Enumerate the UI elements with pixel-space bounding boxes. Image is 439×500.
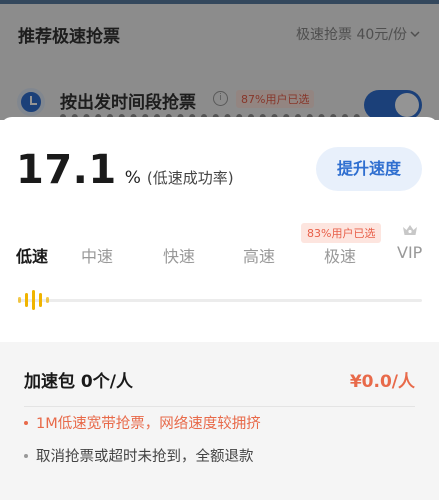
speed-slider-handle[interactable] [14,285,54,315]
package-title: 加速包 0个/人 [24,372,133,392]
modal-overlay[interactable] [0,0,439,120]
handle-bar [25,293,28,307]
handle-bar [46,297,49,303]
speed-tabs: 低速 中速 快速 高速 极速 VIP [0,243,439,267]
package-divider [24,406,415,407]
speed-popularity-badge: 83%用户已选 [301,223,382,243]
tab-speed-high[interactable]: 高速 [243,243,275,267]
package-price: ¥0.0/人 [349,372,415,392]
package-note-speed: 1M低速宽带抢票，网络速度较拥挤 [24,412,261,433]
success-rate-value: 17.1 [16,147,117,193]
bullet-dot [24,453,28,458]
bullet-dot [24,420,28,425]
tab-speed-extreme[interactable]: 极速 [324,243,356,267]
package-note-refund-text: 取消抢票或超时未抢到，全额退款 [36,449,254,465]
crown-icon [403,225,417,235]
handle-bar [32,290,35,310]
speed-selection-sheet: 17.1 % (低速成功率) 提升速度 83%用户已选 低速 中速 快速 高速 … [0,117,439,500]
package-note-refund: 取消抢票或超时未抢到，全额退款 [24,445,254,466]
success-rate-unit: % [124,168,141,188]
package-note-speed-text: 1M低速宽带抢票，网络速度较拥挤 [36,416,261,432]
handle-bar [18,297,21,303]
tab-speed-medium[interactable]: 中速 [81,243,113,267]
success-rate: 17.1 % (低速成功率) [16,147,234,193]
tab-speed-fast[interactable]: 快速 [163,243,195,267]
tab-speed-vip[interactable]: VIP [397,243,422,262]
tab-speed-low[interactable]: 低速 [16,243,48,267]
boost-speed-button[interactable]: 提升速度 [316,147,422,191]
speed-slider-track[interactable] [18,299,422,302]
handle-bar [39,293,42,307]
speed-package-panel: 加速包 0个/人 ¥0.0/人 1M低速宽带抢票，网络速度较拥挤 取消抢票或超时… [0,342,439,500]
success-rate-label: (低速成功率) [146,169,234,187]
